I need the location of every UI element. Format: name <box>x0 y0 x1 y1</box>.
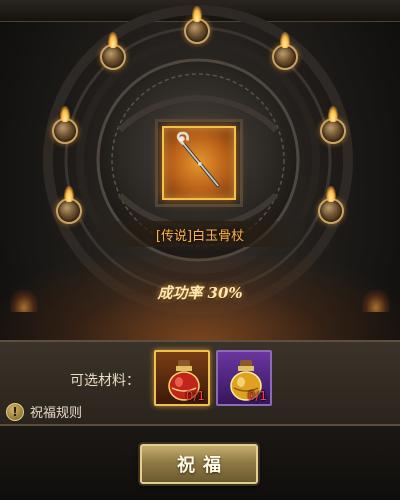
rules-label: 祝福规则 <box>30 406 83 421</box>
flame-orb <box>318 186 344 224</box>
staff-icon <box>176 131 220 188</box>
flame-orb <box>100 32 126 70</box>
flame-orb <box>52 106 78 144</box>
item-slot[interactable] <box>155 119 243 207</box>
material-slot-gold-potion[interactable]: 0/1 <box>216 350 272 406</box>
material-panel: 可选材料： 0/1 0/1 ! 祝福规则 <box>0 340 400 426</box>
flame-orb <box>272 32 298 70</box>
material-count: 0/1 <box>247 389 267 403</box>
bless-button[interactable]: 祝福 <box>140 444 258 484</box>
material-slot-red-potion[interactable]: 0/1 <box>154 350 210 406</box>
item-frame <box>162 126 236 200</box>
blessing-screen: [传说]白玉骨杖 成功率 30% 可选材料： 0/1 0/1 ! 祝福规则 祝福 <box>0 0 400 500</box>
item-name-band: [传说]白玉骨杖 <box>90 221 310 247</box>
info-icon: ! <box>6 402 24 421</box>
flame-orb <box>184 6 210 44</box>
rules-link[interactable]: ! 祝福规则 <box>6 402 82 421</box>
flame-orb <box>56 186 82 224</box>
material-label: 可选材料： <box>70 373 140 389</box>
material-count: 0/1 <box>185 389 205 403</box>
success-rate-text: 成功率 30% <box>157 284 243 302</box>
item-name: [传说]白玉骨杖 <box>155 228 245 244</box>
flame-orb <box>320 106 346 144</box>
